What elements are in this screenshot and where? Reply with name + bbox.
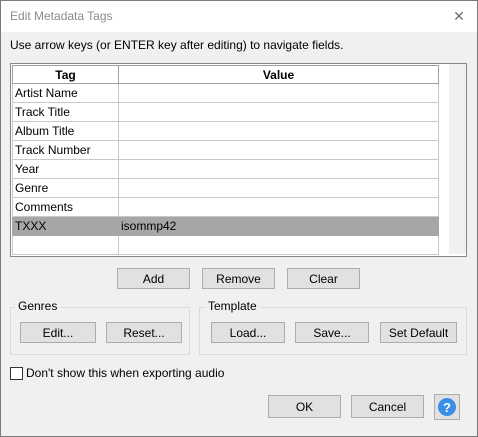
dont-show-checkbox[interactable] bbox=[10, 367, 23, 380]
value-cell[interactable] bbox=[118, 235, 439, 255]
table-row[interactable]: Track Title bbox=[12, 102, 439, 122]
tags-table: Tag Value Artist Name Track Title Album Ti… bbox=[12, 65, 439, 255]
table-header-row: Tag Value bbox=[12, 65, 439, 84]
table-row[interactable]: Comments bbox=[12, 197, 439, 217]
tag-cell[interactable]: Year bbox=[12, 159, 119, 179]
remove-button[interactable]: Remove bbox=[202, 268, 275, 289]
genres-reset-button[interactable]: Reset... bbox=[106, 322, 182, 343]
table-scrollbar[interactable] bbox=[449, 64, 466, 254]
table-row[interactable]: Album Title bbox=[12, 121, 439, 141]
tag-cell[interactable]: Comments bbox=[12, 197, 119, 217]
clear-button[interactable]: Clear bbox=[287, 268, 360, 289]
template-group-label: Template bbox=[205, 299, 260, 313]
help-icon: ? bbox=[438, 398, 456, 416]
value-cell[interactable] bbox=[118, 140, 439, 160]
tag-cell[interactable]: Track Title bbox=[12, 102, 119, 122]
template-set-default-button[interactable]: Set Default bbox=[380, 322, 457, 343]
cancel-button[interactable]: Cancel bbox=[351, 395, 424, 418]
help-button[interactable]: ? bbox=[434, 394, 460, 420]
value-cell[interactable] bbox=[118, 178, 439, 198]
add-button[interactable]: Add bbox=[117, 268, 190, 289]
metadata-dialog: Edit Metadata Tags ✕ Use arrow keys (or … bbox=[0, 0, 478, 437]
genres-edit-button[interactable]: Edit... bbox=[20, 322, 96, 343]
template-load-button[interactable]: Load... bbox=[211, 322, 285, 343]
ok-button[interactable]: OK bbox=[268, 395, 341, 418]
tag-cell[interactable]: Track Number bbox=[12, 140, 119, 160]
value-cell[interactable] bbox=[118, 159, 439, 179]
close-button[interactable]: ✕ bbox=[447, 5, 471, 27]
table-row[interactable]: TXXX isommp42 bbox=[12, 216, 439, 236]
column-header-value[interactable]: Value bbox=[118, 65, 439, 84]
tag-cell[interactable]: TXXX bbox=[12, 216, 119, 236]
value-cell[interactable] bbox=[118, 83, 439, 103]
table-row[interactable]: Artist Name bbox=[12, 83, 439, 103]
tags-table-frame: Tag Value Artist Name Track Title Album Ti… bbox=[10, 63, 467, 257]
instructions-text: Use arrow keys (or ENTER key after editi… bbox=[10, 38, 344, 52]
dialog-title: Edit Metadata Tags bbox=[10, 9, 113, 23]
value-cell[interactable] bbox=[118, 197, 439, 217]
genres-group-label: Genres bbox=[15, 299, 61, 313]
tag-cell[interactable] bbox=[12, 235, 119, 255]
value-cell[interactable]: isommp42 bbox=[118, 216, 439, 236]
tag-cell[interactable]: Album Title bbox=[12, 121, 119, 141]
value-cell[interactable] bbox=[118, 102, 439, 122]
title-bar: Edit Metadata Tags ✕ bbox=[1, 1, 477, 32]
tag-cell[interactable]: Genre bbox=[12, 178, 119, 198]
tag-cell[interactable]: Artist Name bbox=[12, 83, 119, 103]
table-row[interactable]: Year bbox=[12, 159, 439, 179]
value-cell[interactable] bbox=[118, 121, 439, 141]
table-row[interactable]: Track Number bbox=[12, 140, 439, 160]
template-save-button[interactable]: Save... bbox=[295, 322, 369, 343]
close-icon: ✕ bbox=[453, 7, 465, 24]
dont-show-label[interactable]: Don't show this when exporting audio bbox=[26, 366, 224, 380]
table-row[interactable] bbox=[12, 235, 439, 255]
table-row[interactable]: Genre bbox=[12, 178, 439, 198]
column-header-tag[interactable]: Tag bbox=[12, 65, 119, 84]
